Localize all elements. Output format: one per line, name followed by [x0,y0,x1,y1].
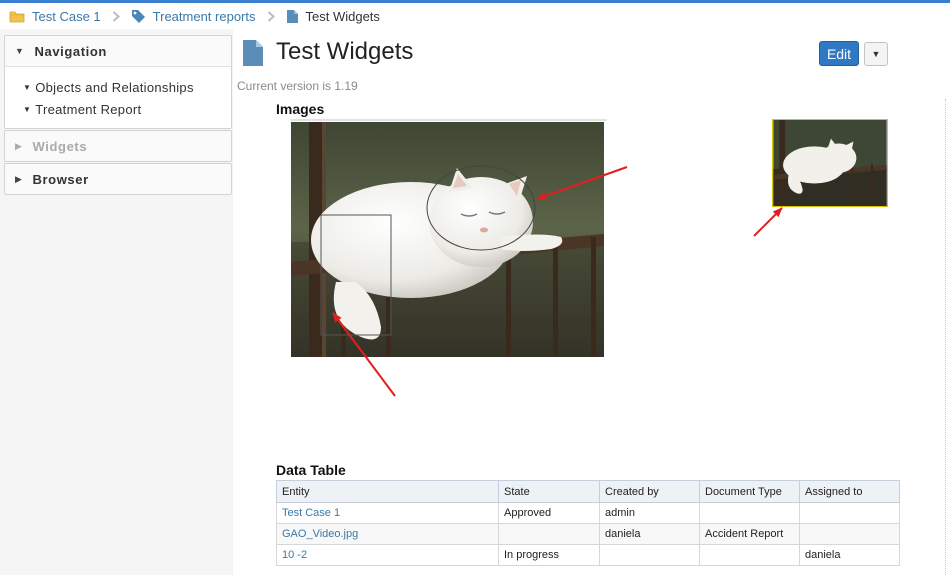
version-text: Current version is 1.19 [237,79,358,93]
nav-item-label: Treatment Report [35,101,142,117]
tag-icon [131,9,146,24]
table-row: Test Case 1 Approved admin [276,502,900,524]
breadcrumb: Test Case 1 Treatment reports Test Widge… [0,3,950,29]
cat-photo[interactable] [291,122,604,357]
assigned-to-cell [799,523,900,545]
document-type-cell [699,544,800,566]
nav-item-objects-relationships[interactable]: ▼ Objects and Relationships [23,76,231,98]
widgets-panel-header[interactable]: ▶ Widgets [5,131,231,161]
breadcrumb-label: Treatment reports [152,8,256,24]
widgets-panel-title: Widgets [32,138,88,154]
created-by-cell: daniela [599,523,700,545]
document-icon [286,9,299,24]
navigation-panel-body: ▼ Objects and Relationships ▼ Treatment … [5,66,231,128]
image-top-border [291,119,607,121]
breadcrumb-separator-icon [112,10,120,22]
navigation-panel-header[interactable]: ▼ Navigation [5,36,231,66]
annotation-arrow [753,207,783,237]
caret-right-icon: ▶ [15,173,23,184]
caret-down-icon: ▼ [23,82,32,92]
main-content: Test Widgets Edit ▼ Current version is 1… [233,29,950,575]
page-title: Test Widgets [276,38,414,65]
data-table: Entity State Created by Document Type As… [276,480,900,566]
document-icon [242,39,264,72]
breadcrumb-label: Test Widgets [305,8,380,24]
edit-button[interactable]: Edit [819,41,859,66]
column-header-document-type[interactable]: Document Type [699,480,800,503]
images-section-title: Images [276,101,325,117]
state-cell: Approved [498,502,600,524]
state-cell [498,523,600,545]
navigation-panel-title: Navigation [34,43,107,59]
assigned-to-cell [799,502,900,524]
browser-panel: ▶ Browser [4,163,232,195]
navigation-panel: ▼ Navigation ▼ Objects and Relationships… [4,35,232,129]
table-row: 10 -2 In progress daniela [276,544,900,566]
entity-link[interactable]: GAO_Video.jpg [276,523,499,545]
caret-down-icon: ▼ [23,104,32,114]
sidebar: ▼ Navigation ▼ Objects and Relationships… [0,29,233,575]
column-header-entity[interactable]: Entity [276,480,499,503]
entity-link[interactable]: 10 -2 [276,544,499,566]
folder-icon [9,10,25,23]
data-table-title: Data Table [276,462,346,478]
content-divider [945,99,946,575]
widgets-panel: ▶ Widgets [4,130,232,162]
table-row: GAO_Video.jpg daniela Accident Report [276,523,900,545]
browser-panel-header[interactable]: ▶ Browser [5,164,231,194]
caret-down-icon: ▼ [15,46,25,56]
breadcrumb-item-current: Test Widgets [286,9,380,24]
nav-item-treatment-report[interactable]: ▼ Treatment Report [23,98,231,120]
document-type-cell: Accident Report [699,523,800,545]
browser-panel-title: Browser [32,171,89,187]
cat-thumbnail[interactable] [772,119,888,207]
column-header-created-by[interactable]: Created by [599,480,700,503]
edit-options-dropdown[interactable]: ▼ [864,42,888,66]
breadcrumb-item-test-case[interactable]: Test Case 1 [9,9,101,24]
breadcrumb-label: Test Case 1 [32,8,101,24]
state-cell: In progress [498,544,600,566]
breadcrumb-separator-icon [267,10,275,22]
created-by-cell [599,544,700,566]
column-header-assigned-to[interactable]: Assigned to [799,480,900,503]
caret-right-icon: ▶ [15,140,23,151]
column-header-state[interactable]: State [498,480,600,503]
table-header-row: Entity State Created by Document Type As… [276,480,900,503]
document-type-cell [699,502,800,524]
breadcrumb-item-treatment-reports[interactable]: Treatment reports [131,9,256,24]
chevron-down-icon: ▼ [871,49,881,59]
nav-item-label: Objects and Relationships [35,79,194,95]
entity-link[interactable]: Test Case 1 [276,502,499,524]
created-by-cell: admin [599,502,700,524]
assigned-to-cell: daniela [799,544,900,566]
